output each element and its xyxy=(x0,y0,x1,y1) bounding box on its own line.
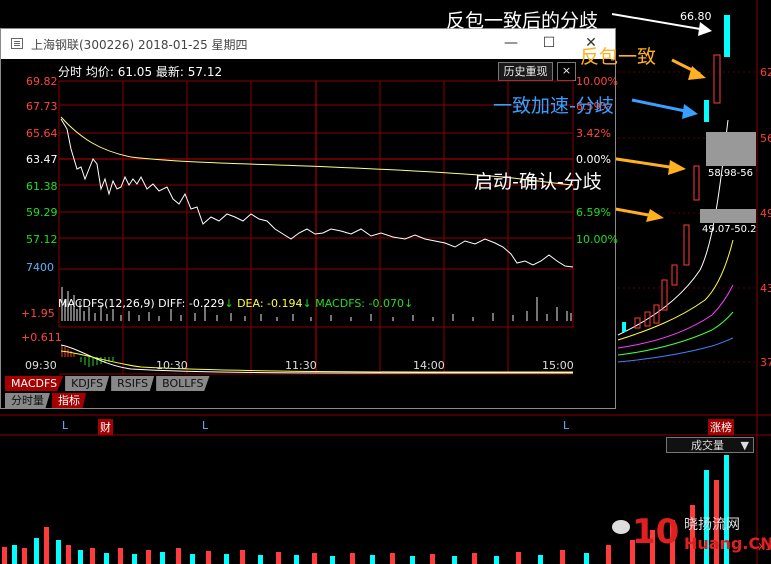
time-tick-1: 09:30 xyxy=(25,359,57,372)
right-price-4: 43 xyxy=(760,282,771,295)
level-box-1 xyxy=(706,132,756,166)
wechat-icon xyxy=(612,520,630,534)
right-price-5: 37 xyxy=(760,356,771,369)
volume-axis-label: 7400 xyxy=(26,261,54,274)
tab-bollfs[interactable]: BOLLFS xyxy=(156,376,210,391)
marker-l-2: L xyxy=(202,419,209,432)
macd-diff: DIFF: -0.229 xyxy=(158,297,225,310)
level-2-label: 49.07-50.2 xyxy=(702,224,757,235)
watermark-name: 晓扬流网 xyxy=(684,517,740,533)
right-price-2: 56 xyxy=(760,132,771,145)
tab-kdjfs[interactable]: KDJFS xyxy=(65,376,110,391)
watermark: 10 晓扬流网 Huang.CN xyxy=(612,512,771,562)
annotation-2: 反包一致 xyxy=(580,46,657,68)
intraday-chart xyxy=(58,80,574,375)
volume-select-label: 成交量 xyxy=(691,439,724,452)
annotation-4: 启动-确认-分歧 xyxy=(474,171,602,193)
pct-label-7: 10.00% xyxy=(576,233,618,246)
right-price-3: 49 xyxy=(760,207,771,220)
marker-l-3: L xyxy=(563,419,570,432)
price-label-3: 65.64 xyxy=(26,127,58,140)
price-label-1: 69.82 xyxy=(26,75,58,88)
macd-dea: DEA: -0.194 xyxy=(237,297,303,310)
tab-volume[interactable]: 分时量 xyxy=(5,393,50,408)
price-high-label: 66.80 xyxy=(680,10,712,23)
indicator-tabs: MACDFS KDJFS RSIFS BOLLFS xyxy=(5,376,212,391)
tab-rsifs[interactable]: RSIFS xyxy=(111,376,155,391)
marker-l-1: L xyxy=(62,419,69,432)
macd-legend: MACDFS(12,26,9) DIFF: -0.229↓ DEA: -0.19… xyxy=(58,297,414,310)
price-label-4: 63.47 xyxy=(26,153,58,166)
pct-label-3: 3.42% xyxy=(576,127,611,140)
price-label-6: 59.29 xyxy=(26,206,58,219)
time-tick-4: 14:00 xyxy=(413,359,445,372)
time-tick-2: 10:30 xyxy=(156,359,188,372)
marker-limit-up: 涨榜 xyxy=(708,419,734,435)
price-label-7: 57.12 xyxy=(26,233,58,246)
volume-select[interactable]: 成交量 ▼ xyxy=(666,437,754,453)
pct-label-4: 0.00% xyxy=(576,153,611,166)
tab-macdfs[interactable]: MACDFS xyxy=(5,376,64,391)
pct-label-6: 6.59% xyxy=(576,206,611,219)
macd-value: MACDFS: -0.070 xyxy=(315,297,404,310)
macd-axis-1: +1.95 xyxy=(21,307,55,320)
macd-axis-2: +0.611 xyxy=(21,331,62,344)
annotation-3: 一致加速-分歧 xyxy=(493,95,614,117)
watermark-site: Huang.CN xyxy=(684,534,771,553)
price-label-5: 61.38 xyxy=(26,180,58,193)
pct-label-1: 10.00% xyxy=(576,75,618,88)
intraday-window[interactable]: 上海钢联(300226) 2018-01-25 星期四 — ☐ ✕ 分时 均价:… xyxy=(0,28,618,409)
time-tick-3: 11:30 xyxy=(285,359,317,372)
level-box-2 xyxy=(700,209,756,223)
chevron-down-icon: ▼ xyxy=(740,439,749,452)
right-price-1: 62 xyxy=(760,66,771,79)
level-1-label: 58.98-56 xyxy=(708,168,753,179)
price-label-2: 67.73 xyxy=(26,100,58,113)
tab-indicator[interactable]: 指标 xyxy=(52,393,86,408)
annotation-1: 反包一致后的分歧 xyxy=(446,10,599,32)
watermark-brand: 10 xyxy=(632,512,680,552)
macd-title: MACDFS(12,26,9) xyxy=(58,297,155,310)
bottom-tabs: 分时量 指标 xyxy=(5,393,88,408)
marker-finance: 财 xyxy=(98,419,113,435)
time-tick-5: 15:00 xyxy=(542,359,574,372)
